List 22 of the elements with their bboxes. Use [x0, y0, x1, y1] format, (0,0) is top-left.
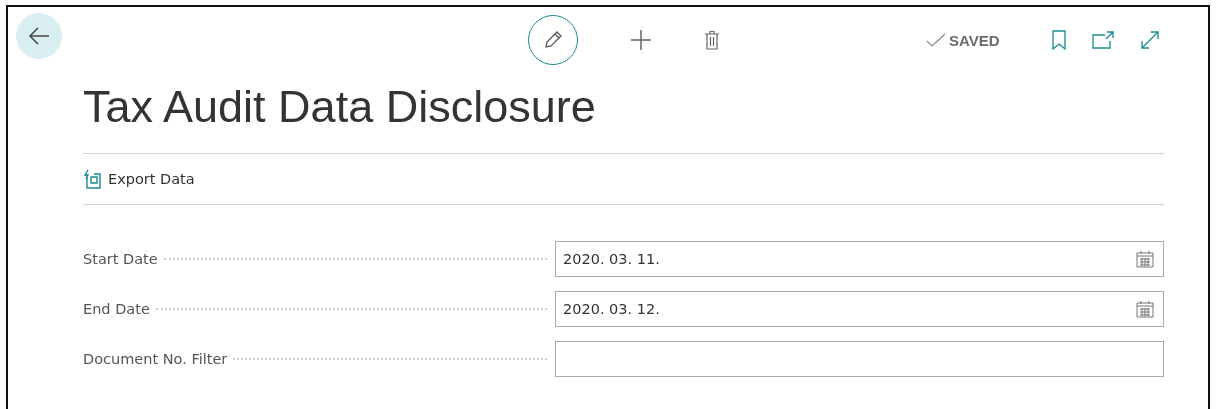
calendar-icon[interactable]: [1136, 250, 1154, 268]
page-title: Tax Audit Data Disclosure: [83, 77, 1164, 154]
pencil-icon: [542, 29, 564, 51]
field-label: Start Date: [83, 251, 159, 267]
back-arrow-icon: [28, 27, 50, 45]
expand-icon[interactable]: [1139, 30, 1160, 50]
checkmark-icon: [926, 33, 946, 47]
back-button[interactable]: [16, 13, 62, 59]
plus-icon[interactable]: [630, 29, 652, 51]
date-field[interactable]: 2020. 03. 11.: [555, 241, 1164, 277]
bookmark-icon[interactable]: [1051, 30, 1066, 50]
popout-icon[interactable]: [1091, 31, 1114, 49]
document-icon: [83, 169, 101, 189]
field-label: End Date: [83, 301, 151, 317]
saved-status: SAVED: [949, 31, 1000, 49]
calendar-icon[interactable]: [1136, 300, 1154, 318]
export-data-button[interactable]: Export Data: [83, 169, 195, 189]
date-field[interactable]: 2020. 03. 12.: [555, 291, 1164, 327]
edit-button[interactable]: [528, 15, 578, 65]
input-field[interactable]: [555, 341, 1164, 377]
delete-icon[interactable]: [704, 30, 720, 50]
field-label: Document No. Filter: [83, 351, 229, 367]
